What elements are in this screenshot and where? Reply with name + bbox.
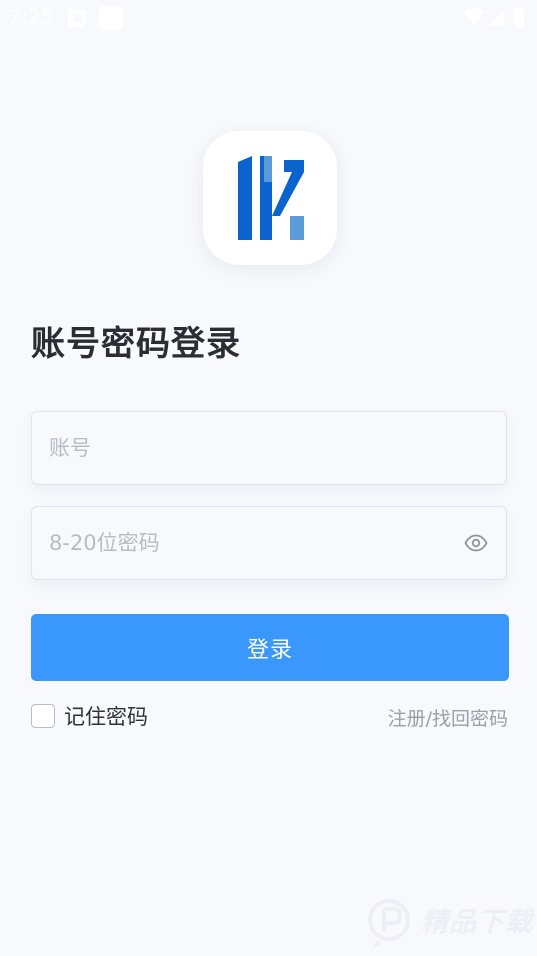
remember-password-checkbox[interactable]: 记住密码 — [31, 702, 148, 730]
battery-icon — [514, 7, 524, 27]
status-bar: 2:25 — [0, 0, 537, 36]
remember-password-label: 记住密码 — [64, 705, 148, 729]
app-logo-icon — [238, 156, 304, 240]
password-field — [31, 506, 507, 580]
password-input[interactable] — [49, 507, 449, 579]
register-recover-link[interactable]: 注册/找回密码 — [388, 704, 508, 731]
status-icons — [463, 6, 529, 30]
watermark-logo-icon — [368, 899, 410, 950]
wifi-icon — [464, 8, 484, 26]
eye-icon — [464, 534, 488, 552]
page-title: 账号密码登录 — [31, 324, 241, 364]
watermark: 精品下载 — [367, 896, 533, 952]
account-input[interactable] — [49, 412, 449, 484]
login-button[interactable]: 登录 — [31, 614, 509, 681]
cellular-signal-icon — [488, 10, 504, 26]
account-field — [31, 411, 507, 485]
notification-icon — [68, 9, 86, 27]
notification-icon — [99, 6, 123, 30]
watermark-text: 精品下载 — [421, 907, 533, 938]
app-logo — [203, 131, 337, 265]
status-time: 2:25 — [9, 6, 54, 28]
password-visibility-toggle[interactable] — [464, 531, 488, 555]
checkbox-box[interactable] — [31, 704, 55, 728]
